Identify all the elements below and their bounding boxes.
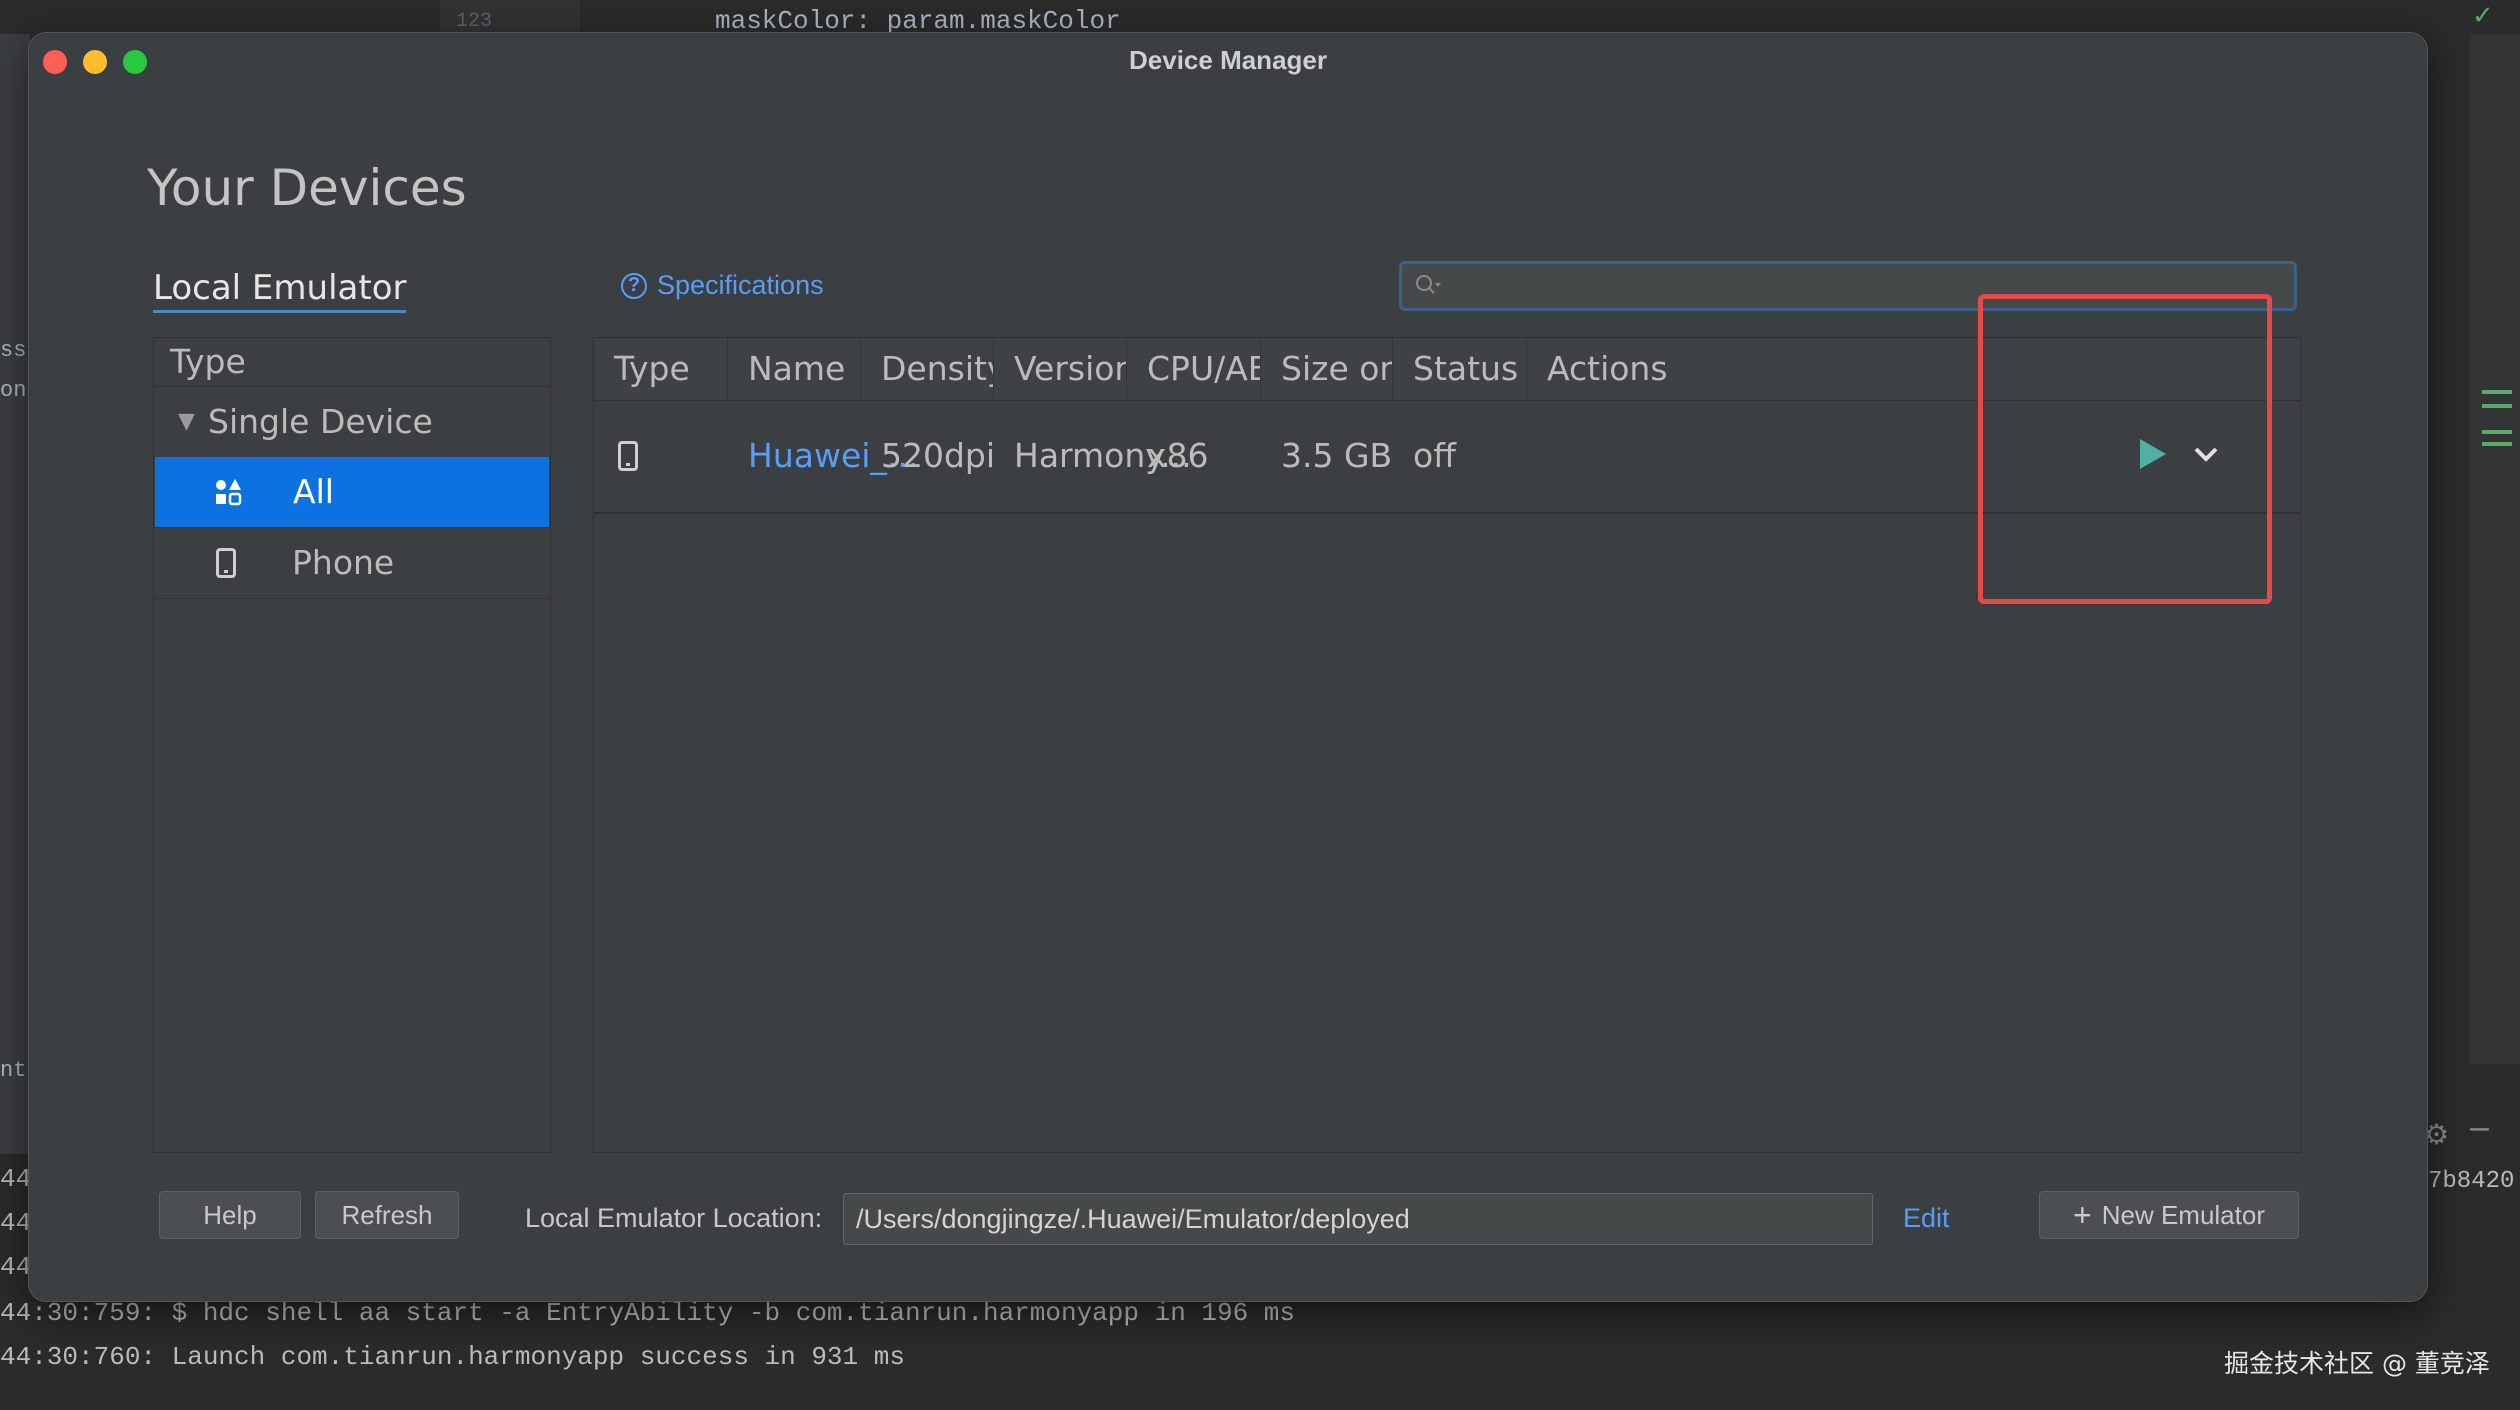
ide-side-fragment: ss <box>0 338 27 363</box>
console-edge-text: 44 <box>0 1164 32 1194</box>
ide-marker-bars <box>2482 390 2512 394</box>
phone-icon <box>618 441 638 471</box>
location-field[interactable] <box>843 1193 1873 1245</box>
watermark: 掘金技术社区 @ 董竞泽 <box>2224 1349 2490 1378</box>
device-status: off <box>1413 436 1456 475</box>
title-bar[interactable]: Device Manager <box>29 33 2427 89</box>
device-type-panel: Type ▼ Single Device All Phone <box>153 337 551 1153</box>
ide-side-fragment: on <box>0 378 27 403</box>
device-cpu: x86 <box>1147 436 1209 475</box>
chevron-down-icon[interactable] <box>2186 434 2226 474</box>
column-density[interactable]: Density <box>861 338 994 400</box>
column-version[interactable]: Version <box>994 338 1127 400</box>
tab-local-emulator[interactable]: Local Emulator <box>153 268 407 313</box>
new-emulator-label: New Emulator <box>2101 1199 2265 1230</box>
dialog-title: Device Manager <box>1129 45 1327 75</box>
check-icon: ✓ <box>2472 0 2494 30</box>
plus-icon: + <box>2073 1197 2092 1233</box>
new-emulator-button[interactable]: + New Emulator <box>2039 1191 2299 1239</box>
minimize-icon[interactable]: – <box>2470 1108 2489 1147</box>
column-actions[interactable]: Actions <box>1527 338 2302 400</box>
play-icon[interactable] <box>2132 434 2172 474</box>
run-console: 44:30:759: $ hdc shell aa start -a Entry… <box>0 1290 2520 1410</box>
single-device-group[interactable]: ▼ Single Device <box>154 387 550 458</box>
console-edge-text: 44 <box>0 1252 32 1282</box>
table-header: Type Name Density Version CPU/ABI Size o… <box>594 338 2300 401</box>
search-input[interactable] <box>1399 261 2297 311</box>
ide-right-gutter <box>2470 34 2520 1064</box>
column-cpu-abi[interactable]: CPU/ABI <box>1127 338 1261 400</box>
ide-line-number: 123 <box>456 10 493 33</box>
all-devices-icon <box>216 479 242 506</box>
type-item-all[interactable]: All <box>155 457 549 528</box>
location-label: Local Emulator Location: <box>525 1203 823 1233</box>
ide-editor-strip: 123 maskColor: param.maskColor <box>0 0 2520 36</box>
column-name[interactable]: Name <box>728 338 861 400</box>
device-size: 3.5 GB <box>1281 436 1393 475</box>
device-table: Type Name Density Version CPU/ABI Size o… <box>593 337 2301 1153</box>
group-label: Single Device <box>208 402 433 441</box>
edit-link[interactable]: Edit <box>1903 1203 1950 1234</box>
search-icon <box>1416 275 1441 294</box>
type-item-phone[interactable]: Phone <box>154 528 550 599</box>
refresh-button[interactable]: Refresh <box>315 1191 459 1239</box>
column-status[interactable]: Status <box>1393 338 1527 400</box>
phone-icon <box>216 548 236 578</box>
console-edge-text: 44 <box>0 1208 32 1238</box>
help-circle-icon: ? <box>621 272 647 299</box>
ide-left-panel <box>0 34 30 1154</box>
page-title: Your Devices <box>147 159 467 217</box>
console-line: 44:30:759: $ hdc shell aa start -a Entry… <box>0 1298 1296 1328</box>
help-button[interactable]: Help <box>159 1191 301 1239</box>
type-item-label: All <box>293 472 334 511</box>
column-size[interactable]: Size on ... <box>1261 338 1393 400</box>
table-row[interactable]: Huawei_... 520dpi Harmony... x86 3.5 GB … <box>594 400 2300 514</box>
type-panel-header: Type <box>154 338 550 387</box>
specifications-label: Specifications <box>657 270 824 300</box>
device-manager-dialog: Device Manager Your Devices Local Emulat… <box>28 32 2428 1302</box>
caret-down-icon[interactable]: ▼ <box>178 387 195 457</box>
specifications-link[interactable]: ? Specifications <box>621 270 824 301</box>
console-right-text: 7b8420 <box>2428 1168 2515 1195</box>
type-item-label: Phone <box>292 543 395 582</box>
device-density: 520dpi <box>881 436 996 475</box>
column-type[interactable]: Type <box>594 338 728 400</box>
console-line: 44:30:760: Launch com.tianrun.harmonyapp… <box>0 1342 905 1372</box>
